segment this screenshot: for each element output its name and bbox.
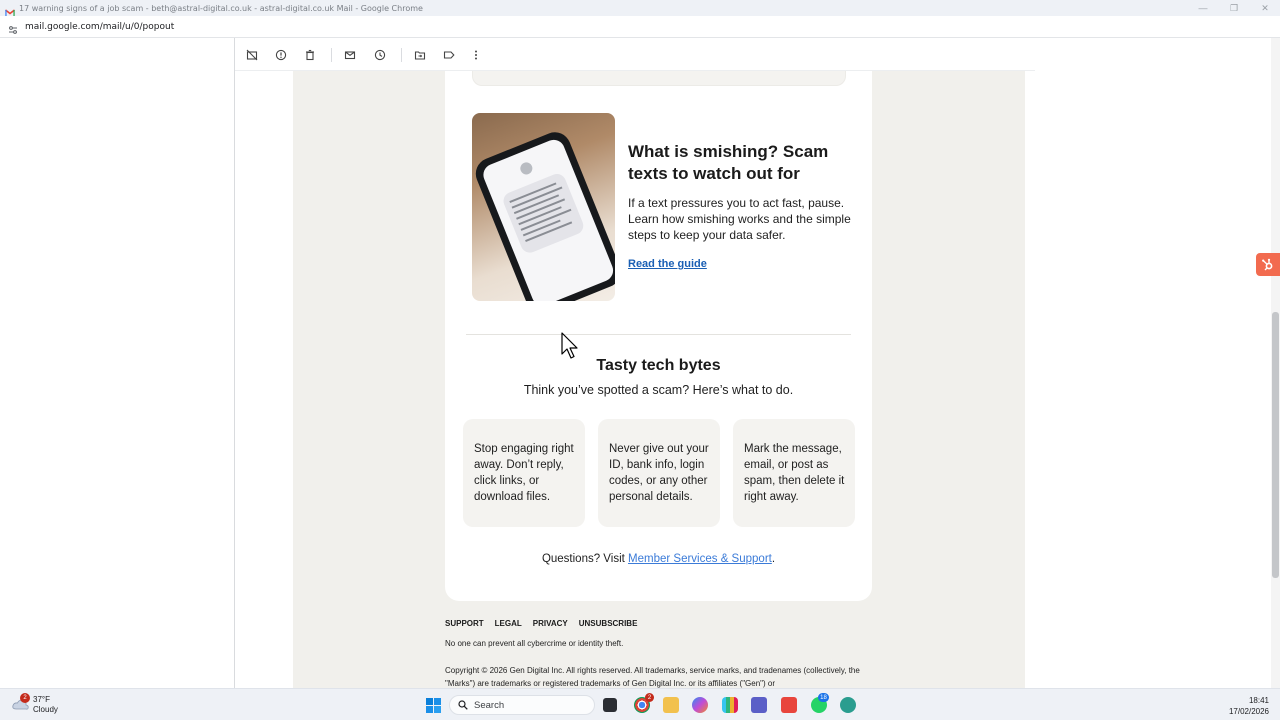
clock-time: 18:41	[1248, 696, 1269, 705]
system-clock[interactable]: 18:41 17/02/2026	[1215, 695, 1269, 717]
scrollbar-thumb[interactable]	[1272, 312, 1279, 578]
task-view-icon[interactable]	[603, 698, 617, 712]
windows-start-icon[interactable]	[426, 698, 441, 713]
close-window-button[interactable]: ✕	[1250, 0, 1280, 16]
footer-note: No one can prevent all cybercrime or ide…	[445, 639, 624, 648]
left-margin	[0, 38, 235, 688]
weather-temp: 37°F	[33, 695, 50, 704]
label-icon[interactable]	[441, 47, 457, 63]
message-toolbar	[235, 38, 1035, 71]
toolbar-separator	[401, 48, 402, 62]
footer-link-legal[interactable]: LEGAL	[495, 619, 522, 628]
mail-frame: What is smishing? Scam texts to watch ou…	[235, 38, 1035, 688]
more-icon[interactable]	[468, 47, 484, 63]
hubspot-sidebar-button[interactable]	[1256, 253, 1280, 276]
questions-prefix: Questions? Visit	[541, 553, 629, 565]
weather-badge: 2	[20, 693, 30, 703]
teams-icon[interactable]	[751, 697, 767, 713]
url-text[interactable]: mail.google.com/mail/u/0/popout	[25, 22, 174, 32]
address-bar: mail.google.com/mail/u/0/popout	[0, 16, 1280, 38]
previous-card-edge	[472, 71, 846, 86]
phone-image	[472, 113, 615, 301]
section-subtitle: Think you’ve spotted a scam? Here’s what…	[523, 383, 794, 397]
read-guide-link[interactable]: Read the guide	[628, 258, 707, 270]
footer-link-unsubscribe[interactable]: UNSUBSCRIBE	[579, 619, 638, 628]
gmail-icon	[5, 4, 15, 17]
search-label: Search	[474, 699, 505, 711]
minimize-button[interactable]: —	[1188, 0, 1218, 16]
tip-card: Mark the message, email, or post as spam…	[733, 419, 855, 527]
weather-condition: Cloudy	[33, 705, 58, 714]
weather-widget[interactable]: 2 37°F Cloudy	[12, 693, 72, 716]
hubspot-icon	[1262, 258, 1273, 270]
article-body: If a text pressures you to act fast, pau…	[628, 196, 851, 242]
search-icon	[458, 700, 468, 710]
section-divider	[466, 334, 851, 335]
file-explorer-icon[interactable]	[663, 697, 679, 713]
article-title: What is smishing? Scam texts to watch ou…	[628, 142, 829, 183]
section-title: Tasty tech bytes	[596, 357, 721, 374]
snooze-icon[interactable]	[372, 47, 388, 63]
window-title: 17 warning signs of a job scam - beth@as…	[19, 3, 423, 13]
member-services-link[interactable]: Member Services & Support	[628, 553, 772, 565]
toolbar-separator	[331, 48, 332, 62]
tip-card: Stop engaging right away. Don’t reply, c…	[463, 419, 585, 527]
report-spam-icon[interactable]	[273, 47, 289, 63]
chrome-badge: 2	[645, 693, 654, 702]
windows-taskbar: 2 37°F Cloudy Search 2 18 18:41 17/02/20…	[0, 688, 1280, 720]
right-margin	[1035, 38, 1280, 688]
window-titlebar: 17 warning signs of a job scam - beth@as…	[0, 0, 1280, 17]
site-settings-icon[interactable]	[8, 22, 18, 34]
footer-links: SUPPORT LEGAL PRIVACY UNSUBSCRIBE	[445, 619, 637, 628]
taskbar-search[interactable]: Search	[449, 695, 595, 715]
tip-card: Never give out your ID, bank info, login…	[598, 419, 720, 527]
footer-link-support[interactable]: SUPPORT	[445, 619, 484, 628]
newsletter-card: What is smishing? Scam texts to watch ou…	[445, 71, 872, 601]
clock-date: 17/02/2026	[1228, 707, 1269, 716]
whatsapp-badge: 18	[818, 693, 829, 702]
app-icon[interactable]	[840, 697, 856, 713]
move-to-icon[interactable]	[412, 47, 428, 63]
delete-icon[interactable]	[302, 47, 318, 63]
questions-line: Questions? Visit Member Services & Suppo…	[445, 553, 872, 565]
questions-suffix: .	[771, 553, 776, 565]
footer-copyright: Copyright © 2026 Gen Digital Inc. All ri…	[445, 666, 860, 688]
slack-icon[interactable]	[722, 697, 738, 713]
mark-unread-icon[interactable]	[342, 47, 358, 63]
copilot-icon[interactable]	[692, 697, 708, 713]
mouse-pointer-icon	[561, 332, 581, 360]
footer-link-privacy[interactable]: PRIVACY	[533, 619, 568, 628]
restore-button[interactable]: ❐	[1219, 0, 1249, 16]
snipping-tool-icon[interactable]	[781, 697, 797, 713]
archive-icon[interactable]	[244, 47, 260, 63]
